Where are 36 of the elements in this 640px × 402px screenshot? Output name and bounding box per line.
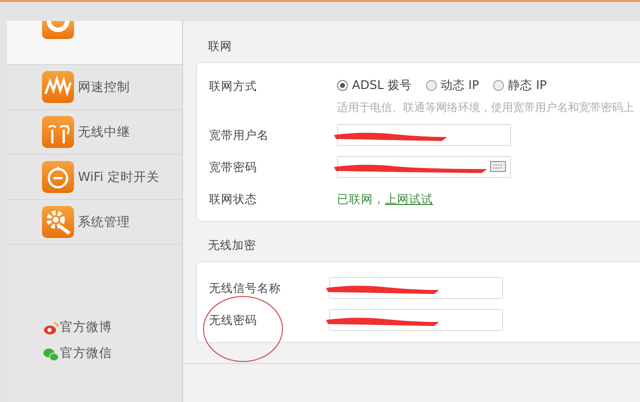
radio-label[interactable]: ADSL 拨号 xyxy=(352,77,412,94)
timer-icon xyxy=(42,161,74,193)
password-field[interactable] xyxy=(337,156,511,178)
sidebar-item[interactable]: 系统管理 xyxy=(7,200,182,245)
field-label: 宽带用户名 xyxy=(209,128,270,142)
ring-icon xyxy=(42,21,74,39)
sidebar-item[interactable]: 网速控制 xyxy=(7,65,182,110)
status-text: 已联网， xyxy=(337,192,385,206)
wave-icon xyxy=(42,71,74,103)
antenna-icon xyxy=(42,116,74,148)
keyboard-icon[interactable] xyxy=(490,161,506,172)
field-label: 无线信号名称 xyxy=(209,280,282,296)
field-label: 联网状态 xyxy=(209,192,258,206)
gear-icon xyxy=(42,206,74,238)
social-link[interactable]: 官方微信 xyxy=(60,345,112,362)
sidebar-item[interactable] xyxy=(7,21,182,65)
section-title: 联网 xyxy=(207,38,233,55)
weibo-icon xyxy=(43,320,59,336)
field-label: 宽带密码 xyxy=(209,160,258,174)
input-field[interactable] xyxy=(329,309,503,331)
hint-text: 适用于电信、联通等网络环境，使用宽带用户名和宽带密码上 xyxy=(337,100,634,115)
radio-label[interactable]: 动态 IP xyxy=(440,77,480,94)
radio-label[interactable]: 静态 IP xyxy=(508,77,547,94)
section-title: 无线加密 xyxy=(207,237,257,254)
field-label: 联网方式 xyxy=(209,78,258,94)
sidebar-item[interactable]: WiFi 定时开关 xyxy=(7,155,182,200)
sidebar-item[interactable]: 无线中继 xyxy=(7,110,182,155)
test-link[interactable]: 上网试试 xyxy=(385,192,433,206)
radio-button[interactable] xyxy=(426,80,437,91)
radio-button[interactable] xyxy=(337,80,348,91)
input-field[interactable] xyxy=(337,124,511,146)
input-field[interactable] xyxy=(329,277,503,299)
wechat-icon xyxy=(43,346,59,362)
radio-button[interactable] xyxy=(493,80,504,91)
field-label: 无线密码 xyxy=(209,312,258,328)
social-link[interactable]: 官方微博 xyxy=(60,319,112,336)
